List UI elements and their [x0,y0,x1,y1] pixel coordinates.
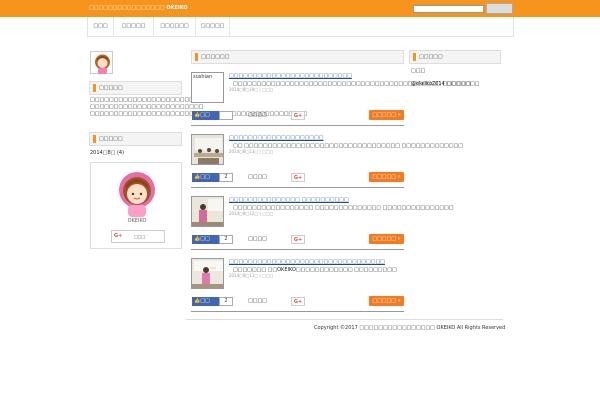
post-item: □□□□□□□□□□□□□□□□□□□□□□□□□□□□□□□□□ □□□□□□… [191,258,404,318]
classroom-photo [192,135,223,164]
gplus-icon: G+ [293,299,303,305]
twitter-heading: □□□□□ [409,50,501,64]
profile-follow-button[interactable]: G+ □□□ [111,230,165,243]
teacher-photo [192,259,223,288]
gplus-button[interactable]: G+ [291,111,305,120]
divider [191,125,404,126]
post-meta: 2014□8□11□ | □□□ [229,273,274,278]
about-heading: □□□□□ [89,81,182,95]
nav-item-home[interactable]: □□□ [88,17,114,36]
avatar[interactable] [90,51,113,74]
post-meta: 2014□8□19□ | □□□ [229,87,274,92]
gplus-icon: G+ [293,175,303,181]
profile-name: OKEIKO [127,218,147,224]
gplus-button[interactable]: G+ [291,235,305,244]
profile-follow-label: □□□ [134,234,146,239]
fb-like-label: □□ [200,236,210,242]
read-more-button[interactable]: □□□□□ » [369,296,404,306]
read-more-button[interactable]: □□□□□ » [369,172,404,182]
top-bar: □□□□□□□□□□□□□□□□ OKEIKO [0,0,600,17]
gplus-button[interactable]: G+ [291,173,305,182]
hatena-bookmark[interactable]: □□□□ [248,236,267,242]
fb-like-label: □□ [200,174,210,180]
post-title[interactable]: □□□□□□□□□□□□□□□□□□□□□□□□□□□□□□□□□ [229,259,385,265]
divider [191,249,404,250]
fb-count: 2 [219,297,233,306]
post-item: □□□□□□□□□□□□□□□ □□□□□□□□□□ □□□□□□□□□□□□□… [191,196,454,256]
post-thumbnail[interactable]: sushian [191,72,224,103]
facebook-like-button[interactable]: 👍□□ [192,111,219,120]
gplus-icon: G+ [293,113,303,119]
site-title[interactable]: □□□□□□□□□□□□□□□□ OKEIKO [89,5,188,11]
post-thumbnail[interactable] [191,134,224,165]
post-item: □□□□□□□□□□□□□□□□□□□□ □□ □□□□□□□□□□□□□□□□… [191,134,463,194]
read-more-button[interactable]: □□□□□ » [369,110,404,120]
fb-count: 2 [219,173,233,182]
twitter-line: □□□ [411,68,426,74]
divider [191,187,404,188]
fb-like-label: □□ [200,112,210,118]
facebook-like-button[interactable]: 👍□□ [192,235,219,244]
archive-heading: □□□□□ [89,132,182,146]
fb-count [219,111,233,120]
post-title[interactable]: □□□□□□□□□□□□□□□□□□□□ [229,135,323,141]
post-meta: 2014□8□13□ | □□□ [229,149,274,154]
hatena-bookmark[interactable]: □□□□ [248,298,267,304]
read-more-button[interactable]: □□□□□ » [369,234,404,244]
avatar-image [95,54,110,74]
footer-divider [186,319,503,320]
search-input[interactable] [413,5,484,13]
facebook-like-button[interactable]: 👍□□ [192,297,219,306]
hatena-bookmark[interactable]: □□□□ [248,112,267,118]
post-meta: 2014□8□12□ | □□□ [229,211,274,216]
post-title[interactable]: □□□□□□□□□□□□□□□ □□□□□□□□□□ [229,197,349,203]
presenter-photo [192,197,223,226]
post-title[interactable]: □□□□□□□□□□□□□□□□□□□□□□□□□□ [229,73,352,79]
nav-item-3[interactable]: □□□□□□ [154,17,196,36]
divider [191,311,404,312]
profile-avatar-icon [119,172,155,217]
post-thumbnail[interactable] [191,258,224,289]
fb-count: 2 [219,235,233,244]
copyright: Copyright ©2017 □□□□□□□□□□□□□□□□ OKEIKO … [314,325,506,331]
hatena-bookmark[interactable]: □□□□ [248,174,267,180]
post-thumbnail[interactable] [191,196,224,227]
main-nav: □□□ □□□□□ □□□□□□ □□□□□ [87,17,514,37]
archive-link[interactable]: 2014□8□ (4) [90,150,124,156]
post-item: sushian □□□□□□□□□□□□□□□□□□□□□□□□□□ □□□□□… [191,72,471,132]
thumbnail-alt-text: sushian [193,74,213,80]
twitter-handle[interactable]: @okeiko2014 □□□□□□□ [411,81,479,87]
nav-item-4[interactable]: □□□□□ [196,17,230,36]
nav-item-2[interactable]: □□□□□ [114,17,154,36]
gplus-icon: G+ [293,237,303,243]
fb-like-label: □□ [200,298,210,304]
gplus-button[interactable]: G+ [291,297,305,306]
search-button[interactable] [486,3,513,14]
about-text: □□□□□□□□□□□□□□□□□□□□□□□□□□□ □□□□□□□□□□□□… [90,97,307,117]
profile-card: OKEIKO G+ □□□ [90,162,182,249]
gplus-icon: G+ [114,233,123,239]
facebook-like-button[interactable]: 👍□□ [192,173,219,182]
main-heading: □□□□□□ [191,50,404,64]
